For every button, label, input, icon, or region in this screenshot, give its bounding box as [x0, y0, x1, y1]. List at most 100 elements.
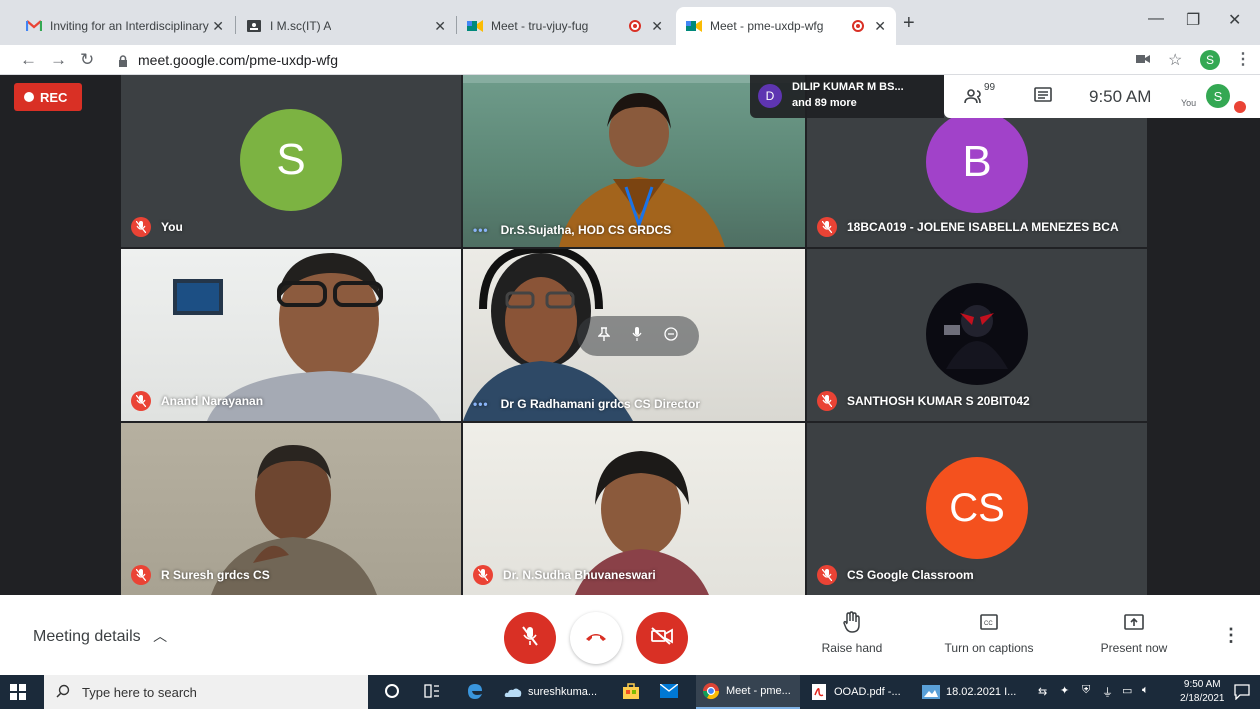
taskbar-item[interactable]: sureshkuma... — [504, 675, 616, 709]
presenter-chip[interactable]: D DILIP KUMAR M BS... and 89 more — [750, 75, 944, 118]
participant-name: R Suresh grdcs CS — [161, 568, 270, 582]
mail-icon[interactable] — [659, 683, 679, 703]
display-icon[interactable]: ▭ — [1122, 684, 1132, 697]
system-clock[interactable]: 9:50 AM 2/18/2021 — [1180, 678, 1225, 706]
chat-icon[interactable] — [1034, 87, 1052, 110]
recording-icon — [852, 20, 864, 32]
participant-tile[interactable]: ••• Dr G Radhamani grdcs CS Director — [463, 249, 805, 421]
windows-taskbar: Type here to search sureshkuma... Meet -… — [0, 675, 1260, 709]
people-icon[interactable] — [964, 88, 984, 109]
pdf-icon — [810, 683, 828, 701]
mic-off-icon — [817, 217, 837, 237]
mic-toggle-button[interactable] — [504, 612, 556, 664]
reload-icon[interactable]: ↻ — [80, 50, 94, 70]
windows-start-icon[interactable] — [10, 684, 26, 705]
volume-icon[interactable]: 🔈︎ — [1142, 684, 1149, 697]
tab-title: I M.sc(IT) A — [270, 19, 332, 33]
self-avatar[interactable]: S — [1206, 84, 1230, 108]
pin-icon[interactable] — [597, 326, 611, 346]
participant-tile[interactable]: S You — [121, 75, 461, 247]
mic-off-icon — [817, 391, 837, 411]
bookmark-star-icon[interactable]: ☆ — [1168, 50, 1182, 70]
url-field[interactable]: meet.google.com/pme-uxdp-wfg — [138, 52, 338, 68]
you-label: You — [1181, 98, 1197, 108]
taskbar-item[interactable]: 18.02.2021 I... — [916, 675, 1026, 709]
meeting-details-button[interactable]: Meeting details ︿ — [33, 626, 167, 646]
camera-toggle-button[interactable] — [636, 612, 688, 664]
meet-control-bar: Meeting details ︿ Raise hand CC Turn on … — [0, 595, 1260, 675]
present-now-button[interactable]: Present now — [1079, 609, 1189, 655]
participant-tile[interactable]: SANTHOSH KUMAR S 20BIT042 — [807, 249, 1147, 421]
new-tab-icon[interactable]: + — [903, 12, 915, 35]
usb-icon[interactable]: ⏚ — [1102, 684, 1113, 700]
taskbar-item[interactable]: OOAD.pdf -... — [804, 675, 914, 709]
notification-icon[interactable] — [1234, 684, 1250, 705]
back-icon[interactable]: ← — [20, 50, 37, 70]
restore-icon[interactable]: ❐ — [1186, 10, 1200, 30]
tab-meet-2[interactable]: Meet - pme-uxdp-wfg ✕ — [676, 7, 896, 45]
close-icon[interactable]: ✕ — [874, 18, 886, 35]
recording-badge: REC — [14, 83, 82, 111]
edge-icon[interactable] — [466, 682, 484, 705]
tray-app-icon[interactable]: ✦ — [1060, 684, 1069, 697]
mic-off-icon — [473, 565, 493, 585]
tab-title: Meet - tru-vjuy-fug — [491, 19, 589, 33]
more-dots-icon: ••• — [473, 397, 489, 411]
raise-hand-label: Raise hand — [821, 641, 883, 655]
participant-name: Dr.S.Sujatha, HOD CS GRDCS — [500, 223, 672, 237]
present-now-label: Present now — [1100, 641, 1168, 655]
mute-icon[interactable] — [632, 326, 642, 346]
clock-date: 2/18/2021 — [1180, 693, 1225, 704]
tab-gmail[interactable]: Inviting for an Interdisciplinary R ✕ — [16, 7, 234, 45]
taskbar-item-label: sureshkuma... — [528, 686, 598, 698]
mic-off-icon — [131, 217, 151, 237]
meeting-status-panel: 99 9:50 AM You S — [944, 75, 1260, 118]
meet-stage: S You ••• Dr.S.Sujatha, HOD CS GRDCS B 1… — [0, 75, 1260, 595]
minimize-icon[interactable]: — — [1148, 10, 1164, 28]
participant-tile[interactable]: Dr. N.Sudha Bhuvaneswari — [463, 423, 805, 595]
tab-meet-1[interactable]: Meet - tru-vjuy-fug ✕ — [457, 7, 673, 45]
avatar — [926, 283, 1028, 385]
gmail-icon — [26, 18, 42, 34]
camera-indicator-icon[interactable] — [1136, 51, 1150, 67]
more-options-icon[interactable]: ⋮ — [1222, 625, 1240, 646]
taskbar-item-label: 18.02.2021 I... — [946, 686, 1017, 698]
security-icon[interactable]: ⛨ — [1082, 684, 1090, 697]
raise-hand-button[interactable]: Raise hand — [797, 609, 907, 655]
record-dot-icon — [24, 92, 34, 102]
cortana-icon[interactable] — [384, 683, 400, 704]
mic-off-icon — [817, 565, 837, 585]
tab-title: Inviting for an Interdisciplinary R — [50, 19, 210, 33]
avatar: S — [240, 109, 342, 211]
leave-call-button[interactable] — [570, 612, 622, 664]
close-icon[interactable]: ✕ — [212, 18, 224, 35]
forward-icon[interactable]: → — [50, 50, 67, 70]
captions-button[interactable]: CC Turn on captions — [934, 609, 1044, 655]
participant-tile[interactable]: CS CS Google Classroom — [807, 423, 1147, 595]
taskbar-search[interactable]: Type here to search — [44, 675, 368, 709]
participant-tile[interactable]: R Suresh grdcs CS — [121, 423, 461, 595]
meeting-details-label: Meeting details — [33, 628, 141, 645]
tile-hover-controls — [577, 316, 699, 356]
network-icon[interactable]: ⇆ — [1038, 685, 1047, 698]
participant-name: 18BCA019 - JOLENE ISABELLA MENEZES BCA — [847, 220, 1119, 234]
tab-classroom[interactable]: I M.sc(IT) A ✕ — [236, 7, 456, 45]
participant-tile[interactable]: Anand Narayanan — [121, 249, 461, 421]
close-icon[interactable]: ✕ — [651, 18, 663, 35]
avatar: B — [926, 111, 1028, 213]
more-dots-icon: ••• — [473, 223, 489, 237]
profile-avatar[interactable]: S — [1200, 50, 1220, 70]
lock-icon[interactable] — [118, 54, 128, 72]
participant-name: Anand Narayanan — [161, 394, 264, 408]
taskbar-item-label: Meet - pme... — [726, 685, 791, 697]
menu-icon[interactable]: ⋮ — [1235, 49, 1251, 69]
taskbar-item-active[interactable]: Meet - pme... — [696, 675, 800, 709]
avatar: CS — [926, 457, 1028, 559]
task-view-icon[interactable] — [424, 684, 440, 703]
close-window-icon[interactable]: ✕ — [1228, 10, 1241, 30]
close-icon[interactable]: ✕ — [434, 18, 446, 35]
store-icon[interactable] — [622, 682, 640, 705]
remove-icon[interactable] — [664, 326, 678, 346]
image-icon — [922, 683, 940, 701]
people-count: 99 — [984, 82, 996, 93]
